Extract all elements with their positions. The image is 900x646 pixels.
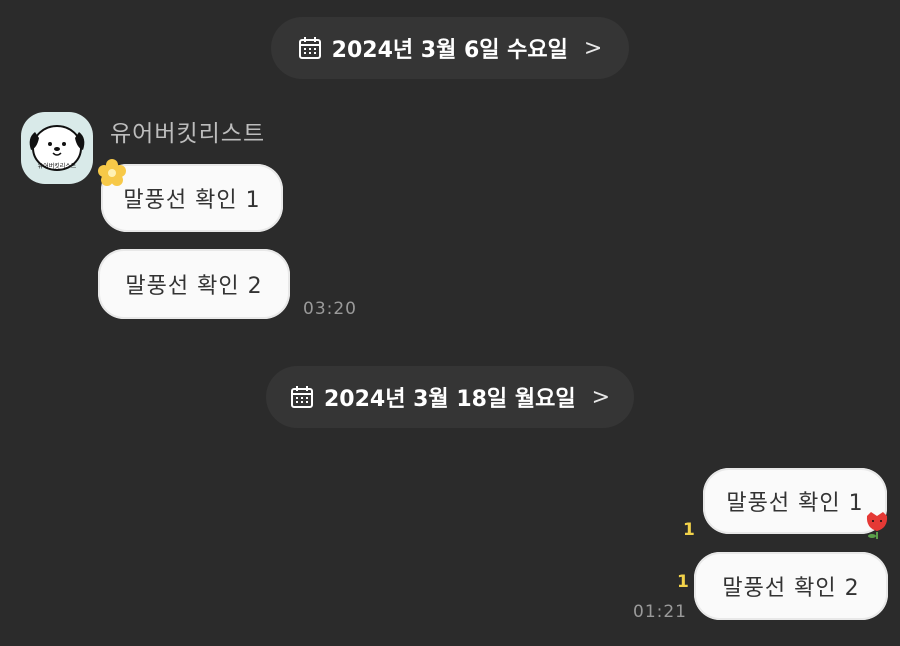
chevron-right-icon: > — [591, 384, 610, 410]
svg-text:유어버킷리스트: 유어버킷리스트 — [38, 162, 77, 170]
unread-count: 1 — [683, 520, 695, 540]
unread-count: 1 — [677, 572, 689, 592]
calendar-icon — [298, 36, 322, 60]
received-bubble-2[interactable]: 말풍선 확인 2 — [98, 249, 290, 319]
message-time: 01:21 — [633, 602, 687, 622]
sent-bubble-1[interactable]: 말풍선 확인 1 — [703, 468, 887, 534]
date-label: 2024년 3월 6일 수요일 — [331, 38, 568, 63]
calendar-icon — [290, 385, 314, 409]
date-label: 2024년 3월 18일 월요일 — [323, 387, 576, 412]
message-time: 03:20 — [303, 299, 357, 319]
tulip-icon — [862, 508, 892, 540]
dog-face-icon: 유어버킷리스트 — [29, 125, 85, 171]
message-text: 말풍선 확인 1 — [123, 188, 261, 213]
message-text: 말풍선 확인 1 — [726, 491, 864, 516]
received-bubble-1[interactable]: 말풍선 확인 1 — [101, 164, 283, 232]
chevron-right-icon: > — [583, 35, 603, 61]
sender-name: 유어버킷리스트 — [110, 121, 266, 147]
date-divider-1[interactable]: 2024년 3월 6일 수요일 > — [271, 17, 629, 79]
message-text: 말풍선 확인 2 — [722, 576, 860, 601]
avatar[interactable]: 유어버킷리스트 — [21, 112, 93, 184]
sent-bubble-2[interactable]: 말풍선 확인 2 — [694, 552, 888, 620]
message-text: 말풍선 확인 2 — [125, 274, 263, 299]
flower-icon — [96, 157, 128, 189]
date-divider-2[interactable]: 2024년 3월 18일 월요일 > — [266, 366, 634, 428]
